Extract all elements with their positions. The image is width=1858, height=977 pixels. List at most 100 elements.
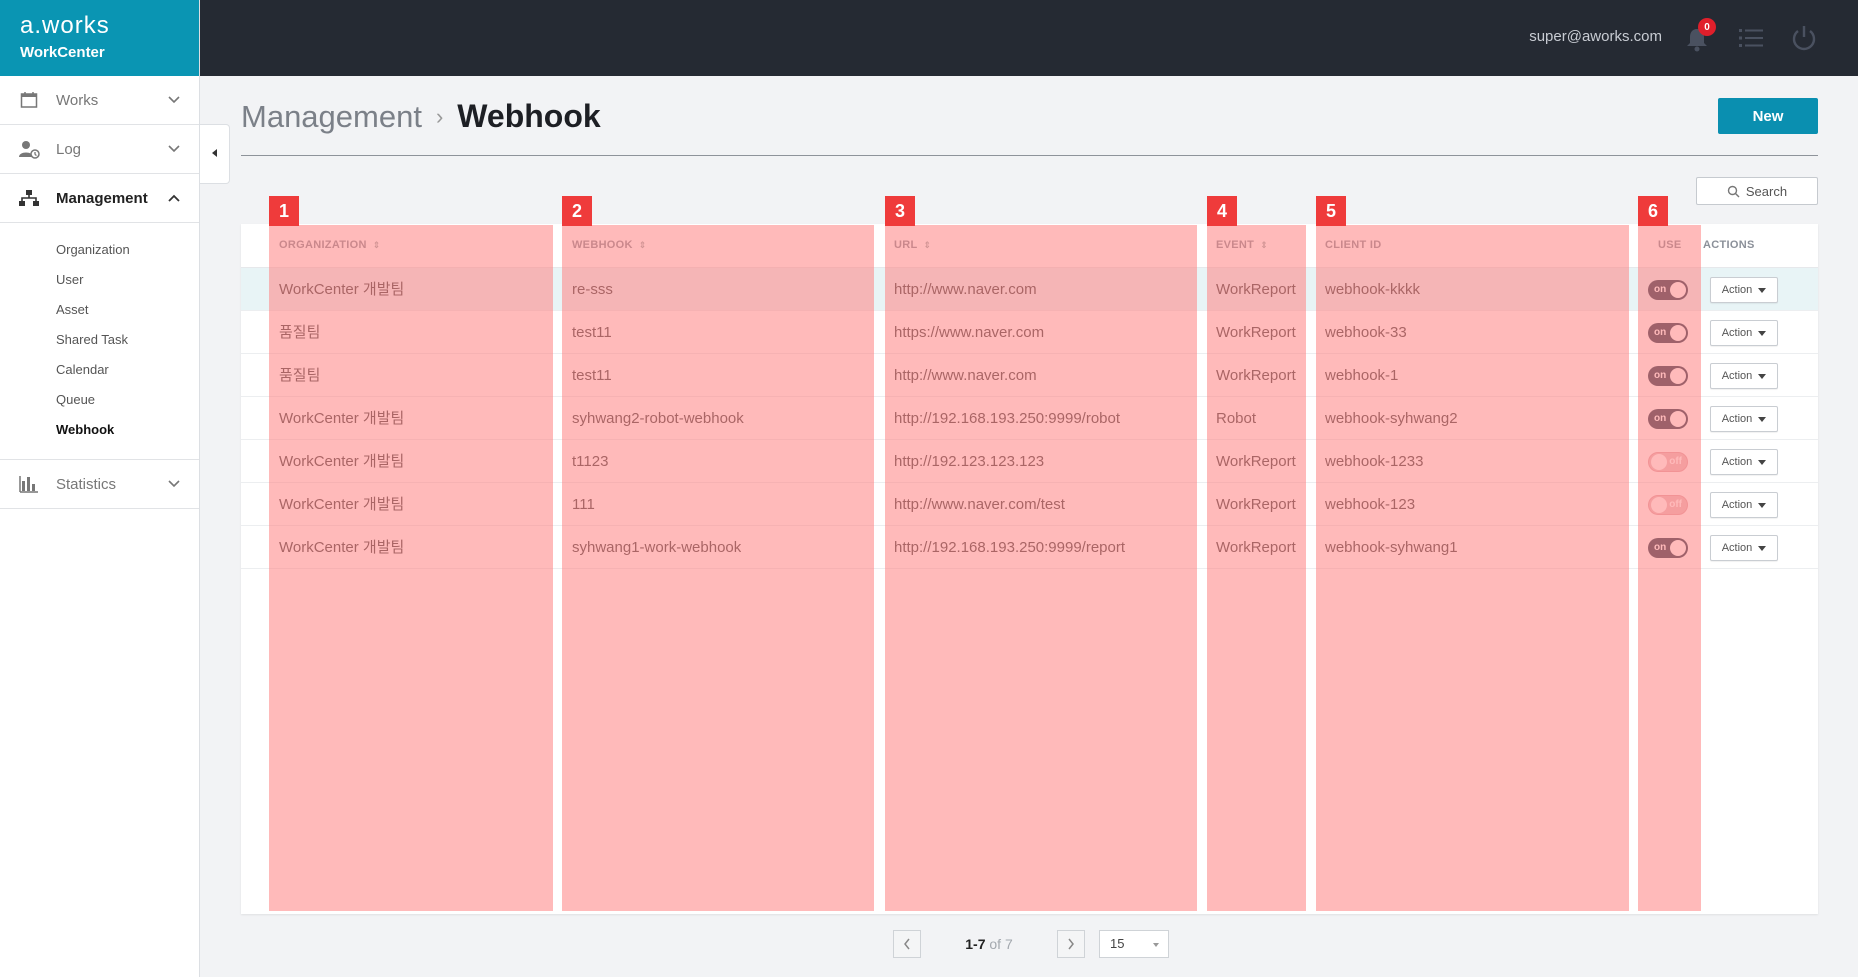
page-size-select[interactable]: 15 [1099,930,1169,958]
chevron-down-icon [167,92,181,110]
submenu-item-calendar[interactable]: Calendar [56,355,199,385]
power-icon[interactable] [1790,24,1818,52]
search-button[interactable]: Search [1696,177,1818,205]
search-button-label: Search [1745,183,1788,199]
table-row[interactable]: WorkCenter 개발팀 syhwang2-robot-webhook http… [241,397,1818,440]
table-row[interactable]: 품질팀 test11 http://www.naver.com WorkReport w… [241,354,1818,397]
cell-organization: WorkCenter 개발팀 [279,539,405,556]
column-header-event[interactable]: EVENT ⇕ [1216,224,1268,267]
topbar: super@aworks.com 0 [200,0,1858,76]
caret-down-icon [1758,502,1767,508]
use-toggle[interactable]: on [1648,366,1688,386]
column-header-url[interactable]: URL ⇕ [894,224,931,267]
cell-organization: WorkCenter 개발팀 [279,453,405,470]
sidebar-item-label: Management [56,189,148,207]
overlay-label-2: 2 [562,196,592,226]
sort-icon: ⇕ [638,240,647,250]
caret-down-icon [1758,416,1767,422]
action-dropdown-button[interactable]: Action [1710,535,1778,561]
use-toggle[interactable]: on [1648,280,1688,300]
page-info: 1-7 of 7 [921,936,1057,952]
breadcrumb-management[interactable]: Management [241,99,422,135]
overlay-label-1: 1 [269,196,299,226]
sidebar-item-works[interactable]: Works [0,76,199,125]
column-header-organization[interactable]: ORGANIZATION ⇕ [279,224,381,267]
use-toggle-label: on [1654,327,1667,338]
cell-webhook: 111 [572,496,595,513]
overlay-label-3: 3 [885,196,915,226]
calendar-icon [18,89,40,111]
sidebar-item-management[interactable]: Management [0,174,199,223]
table-row[interactable]: WorkCenter 개발팀 t1123 http://192.123.123.12… [241,440,1818,483]
caret-down-icon [1758,459,1767,465]
submenu-item-webhook[interactable]: Webhook [56,415,199,445]
use-toggle[interactable]: on [1648,409,1688,429]
brand[interactable]: a.works WorkCenter [0,0,199,76]
action-dropdown-button[interactable]: Action [1710,320,1778,346]
page-title: Webhook [457,98,601,134]
action-label: Action [1721,542,1753,554]
action-dropdown-button[interactable]: Action [1710,449,1778,475]
column-header-webhook[interactable]: WEBHOOK ⇕ [572,224,647,267]
sidebar-item-log[interactable]: Log [0,125,199,174]
cell-webhook: syhwang2-robot-webhook [572,410,744,427]
sort-icon: ⇕ [923,240,932,250]
submenu-item-organization[interactable]: Organization [56,235,199,265]
caret-down-icon [1758,330,1767,336]
chevron-up-icon [167,190,181,208]
use-toggle[interactable]: off [1648,452,1688,472]
column-header-actions: ACTIONS [1703,239,1755,251]
cell-client-id: webhook-kkkk [1325,281,1421,298]
submenu-item-user[interactable]: User [56,265,199,295]
chevron-down-icon [167,141,181,159]
action-dropdown-button[interactable]: Action [1710,277,1778,303]
cell-event: WorkReport [1216,324,1296,341]
cell-event: WorkReport [1216,496,1296,513]
cell-client-id: webhook-123 [1325,496,1416,513]
submenu-item-shared-task[interactable]: Shared Task [56,325,199,355]
toggle-knob [1651,454,1667,470]
cell-webhook: test11 [572,367,612,384]
action-dropdown-button[interactable]: Action [1710,406,1778,432]
submenu-item-queue[interactable]: Queue [56,385,199,415]
table-row[interactable]: WorkCenter 개발팀 syhwang1-work-webhook http:… [241,526,1818,569]
breadcrumb-separator-icon: › [435,103,444,129]
sidebar-item-label: Works [56,91,99,109]
toggle-knob [1670,282,1686,298]
webhook-table: ORGANIZATION ⇕ WEBHOOK ⇕ URL ⇕ EVENT ⇕ CLIEN… [241,224,1818,914]
management-submenu: Organization User Asset Shared Task Cale… [0,223,199,460]
sort-icon: ⇕ [372,240,381,250]
header-divider [241,155,1818,156]
cell-url: http://192.123.123.123 [894,453,1045,470]
prev-page-button[interactable] [893,930,921,958]
user-log-icon [18,138,40,160]
search-icon [1727,185,1740,197]
chevron-left-icon [211,145,219,163]
cell-client-id: webhook-syhwang2 [1325,410,1458,427]
column-header-use: USE [1658,239,1682,251]
toggle-knob [1670,368,1686,384]
cell-organization: 품질팀 [279,367,321,384]
cell-url: http://192.168.193.250:9999/report [894,539,1126,556]
list-icon[interactable] [1738,26,1764,50]
sidebar-item-statistics[interactable]: Statistics [0,460,199,509]
new-button[interactable]: New [1718,98,1818,134]
cell-event: Robot [1216,410,1257,427]
use-toggle[interactable]: off [1648,495,1688,515]
table-row[interactable]: 품질팀 test11 https://www.naver.com WorkReport… [241,311,1818,354]
user-email[interactable]: super@aworks.com [1529,28,1662,45]
action-dropdown-button[interactable]: Action [1710,363,1778,389]
sidebar-collapse-button[interactable] [200,124,230,184]
table-row[interactable]: WorkCenter 개발팀 re-sss http://www.naver.com… [241,268,1818,311]
action-dropdown-button[interactable]: Action [1710,492,1778,518]
chevron-left-icon [904,938,910,950]
use-toggle[interactable]: on [1648,538,1688,558]
use-toggle-label: on [1654,284,1667,295]
action-label: Action [1721,499,1753,511]
next-page-button[interactable] [1057,930,1085,958]
caret-down-icon [1758,373,1767,379]
table-row[interactable]: WorkCenter 개발팀 111 http://www.naver.com/te… [241,483,1818,526]
cell-event: WorkReport [1216,281,1296,298]
use-toggle[interactable]: on [1648,323,1688,343]
submenu-item-asset[interactable]: Asset [56,295,199,325]
